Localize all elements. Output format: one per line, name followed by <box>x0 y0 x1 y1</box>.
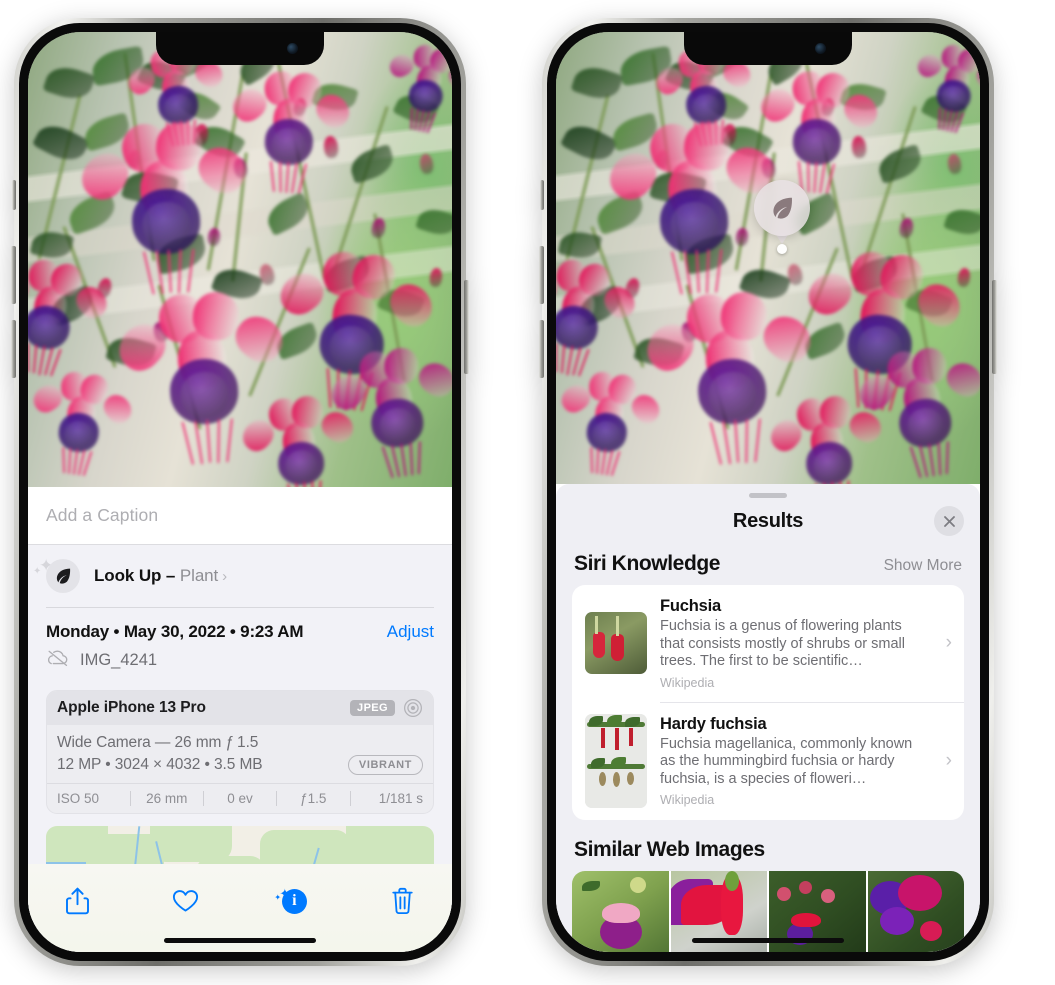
volume-down-button[interactable] <box>539 320 544 378</box>
similar-web-images-header: Similar Web Images <box>556 820 980 862</box>
exif-stats-row: ISO 50 26 mm 0 ev ƒ1.5 1/181 s <box>47 782 433 813</box>
camera-lens-icon <box>403 698 423 718</box>
look-up-label: Look Up – Plant › <box>94 566 228 585</box>
date-block: Monday • May 30, 2022 • 9:23 AM Adjust I… <box>28 608 452 680</box>
power-button[interactable] <box>464 280 469 374</box>
knowledge-title: Hardy fuchsia <box>660 714 767 733</box>
sparkle-small-icon: ✦ <box>33 566 42 577</box>
chevron-right-icon: › <box>222 568 228 585</box>
image-size-line: 12 MP • 3024 × 4032 • 3.5 MB <box>57 755 263 773</box>
heart-icon[interactable] <box>165 880 207 922</box>
results-title: Results <box>732 509 804 532</box>
knowledge-description: Fuchsia is a genus of flowering plants t… <box>660 618 905 669</box>
knowledge-card-body: Fuchsia Fuchsia is a genus of flowering … <box>660 597 929 690</box>
results-sheet: Results Siri Knowledge Show More Fuchsia… <box>556 484 980 952</box>
exif-stat: 1/181 s <box>378 790 423 806</box>
knowledge-thumbnail <box>585 612 647 675</box>
exif-stat: 26 mm <box>146 790 188 806</box>
web-image-thumbnail[interactable] <box>572 871 671 952</box>
camera-model: Apple iPhone 13 Pro <box>57 698 206 716</box>
device-bezel: Add a Caption ✦ ✦ Look Up – Plant › Mond… <box>19 23 461 961</box>
volume-up-button[interactable] <box>11 246 16 304</box>
section-title: Similar Web Images <box>574 838 765 861</box>
format-badge: JPEG <box>350 699 395 716</box>
exif-body: Wide Camera — 26 mm ƒ 1.5 12 MP • 3024 ×… <box>47 725 433 783</box>
home-indicator[interactable] <box>164 938 316 943</box>
share-icon[interactable] <box>56 880 98 922</box>
exif-stat: ISO 50 <box>57 790 100 806</box>
photo-info-sheet: Add a Caption ✦ ✦ Look Up – Plant › Mond… <box>28 487 452 952</box>
chevron-right-icon: › <box>945 750 952 771</box>
look-up-row[interactable]: ✦ ✦ Look Up – Plant › <box>28 545 452 607</box>
knowledge-source: Wikipedia <box>660 793 715 808</box>
screenshot-stage: Add a Caption ✦ ✦ Look Up – Plant › Mond… <box>0 0 1055 985</box>
close-icon[interactable] <box>934 506 964 536</box>
knowledge-card[interactable]: Fuchsia Fuchsia is a genus of flowering … <box>572 585 964 702</box>
exif-card: Apple iPhone 13 Pro JPEG Wide Camera — 2… <box>46 689 434 814</box>
screen-right: Results Siri Knowledge Show More Fuchsia… <box>556 32 980 952</box>
knowledge-source: Wikipedia <box>660 675 715 690</box>
front-camera <box>287 43 298 54</box>
look-up-subject: Plant <box>179 566 219 585</box>
info-sparkle-icon[interactable]: ✦ ✦ i <box>273 880 315 922</box>
volume-down-button[interactable] <box>11 320 16 378</box>
silent-switch[interactable] <box>12 180 16 210</box>
exif-header: Apple iPhone 13 Pro JPEG <box>47 690 433 725</box>
siri-knowledge-header: Siri Knowledge Show More <box>556 544 980 585</box>
volume-up-button[interactable] <box>539 246 544 304</box>
badge-anchor-dot <box>777 244 787 254</box>
show-more-button[interactable]: Show More <box>884 557 962 575</box>
knowledge-card[interactable]: Hardy fuchsia Fuchsia magellanica, commo… <box>572 702 964 820</box>
sparkle-small-icon: ✦ <box>274 893 282 902</box>
home-indicator[interactable] <box>692 938 844 943</box>
screen-left: Add a Caption ✦ ✦ Look Up – Plant › Mond… <box>28 32 452 952</box>
leaf-icon <box>773 197 792 219</box>
chevron-right-icon: › <box>945 632 952 654</box>
exif-stat: 0 ev <box>227 790 253 806</box>
device-notch <box>684 32 852 65</box>
knowledge-card-body: Hardy fuchsia Fuchsia magellanica, commo… <box>660 715 929 808</box>
knowledge-thumbnail <box>585 714 647 808</box>
lens-description: Wide Camera — 26 mm ƒ 1.5 <box>57 733 259 751</box>
iphone-right-visual-lookup: Results Siri Knowledge Show More Fuchsia… <box>539 18 997 966</box>
exif-stat: ƒ1.5 <box>300 790 327 806</box>
visual-look-up-badge[interactable] <box>754 180 810 236</box>
file-line: IMG_4241 <box>46 649 434 672</box>
caption-placeholder: Add a Caption <box>46 505 159 525</box>
photographic-style-badge: VIBRANT <box>347 754 423 775</box>
iphone-left-photos-info: Add a Caption ✦ ✦ Look Up – Plant › Mond… <box>11 18 469 966</box>
siri-knowledge-cards: Fuchsia Fuchsia is a genus of flowering … <box>572 585 964 820</box>
photo-fuchsia-right[interactable] <box>556 32 980 484</box>
section-title: Siri Knowledge <box>574 552 721 575</box>
results-header: Results <box>556 498 980 544</box>
caption-field-row[interactable]: Add a Caption <box>28 487 452 545</box>
file-name: IMG_4241 <box>80 650 158 669</box>
power-button[interactable] <box>992 280 997 374</box>
photo-fuchsia-left[interactable] <box>28 32 452 487</box>
front-camera <box>815 43 826 54</box>
device-notch <box>156 32 324 65</box>
silent-switch[interactable] <box>540 180 544 210</box>
photo-date: Monday • May 30, 2022 • 9:23 AM <box>46 621 304 641</box>
cloud-slash-icon <box>46 649 70 672</box>
knowledge-description: Fuchsia magellanica, commonly known as t… <box>660 735 913 787</box>
knowledge-title: Fuchsia <box>660 597 721 615</box>
adjust-button[interactable]: Adjust <box>387 622 434 642</box>
web-image-thumbnail[interactable] <box>867 871 964 952</box>
trash-icon[interactable] <box>382 880 424 922</box>
device-bezel: Results Siri Knowledge Show More Fuchsia… <box>547 23 989 961</box>
leaf-icon <box>46 559 80 593</box>
